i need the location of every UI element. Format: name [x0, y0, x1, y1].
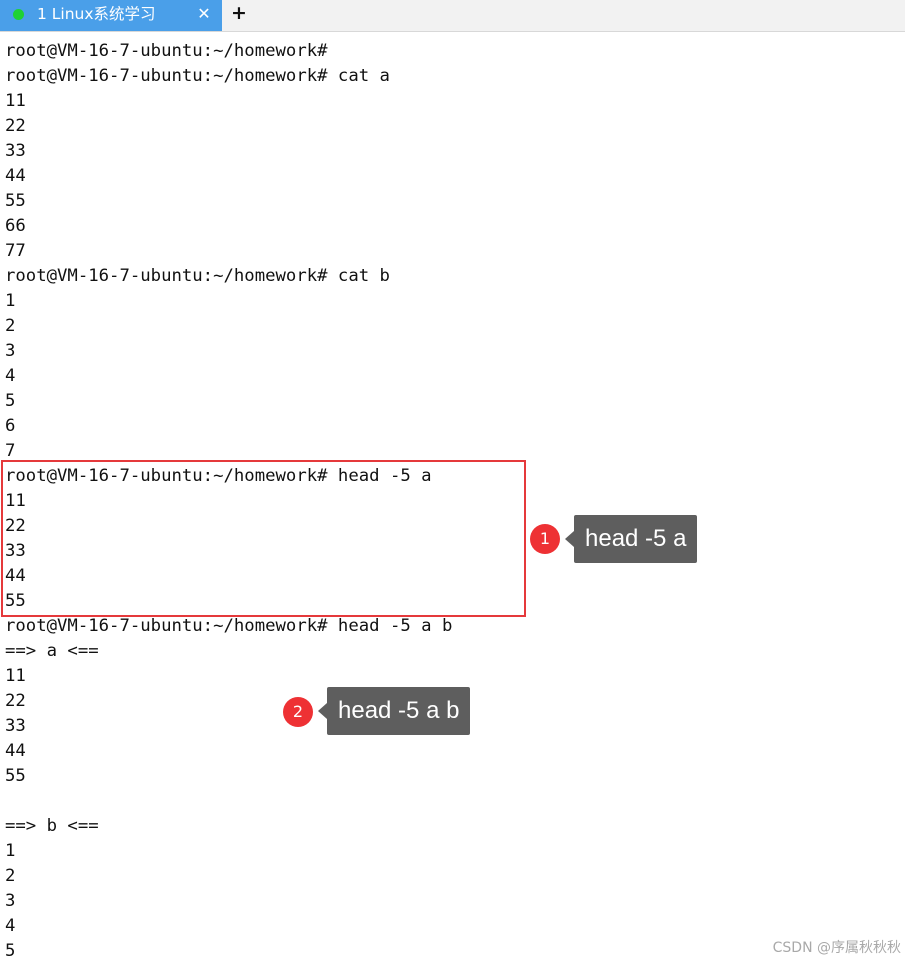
terminal-line: root@VM-16-7-ubuntu:~/homework#	[5, 41, 328, 61]
terminal-line: ==> a <==	[5, 641, 99, 661]
terminal-line: 1	[5, 841, 16, 861]
terminal-line: 2	[5, 866, 16, 886]
terminal-line: root@VM-16-7-ubuntu:~/homework# head -5 …	[5, 616, 453, 636]
watermark: CSDN @序属秋秋秋	[772, 940, 901, 956]
annotation-marker-2: 2	[283, 697, 313, 727]
terminal-line: 44	[5, 166, 26, 186]
terminal-line: 44	[5, 741, 26, 761]
terminal-line: 2	[5, 316, 16, 336]
tab-label: 1 Linux系统学习	[37, 5, 156, 23]
terminal-line: 3	[5, 891, 16, 911]
terminal-line: 11	[5, 91, 26, 111]
terminal-line: 6	[5, 416, 16, 436]
terminal-line: 33	[5, 141, 26, 161]
terminal-line: 1	[5, 291, 16, 311]
annotation-callout-2: head -5 a b	[317, 687, 471, 735]
terminal-line: 11	[5, 666, 26, 686]
connection-status-icon	[13, 9, 24, 20]
terminal-line: 22	[5, 116, 26, 136]
tab-linux-learning[interactable]: 1 Linux系统学习 ✕	[0, 0, 222, 31]
terminal-line: 77	[5, 241, 26, 261]
close-icon[interactable]: ✕	[194, 3, 214, 25]
terminal-line: 5	[5, 391, 16, 411]
terminal-line: 4	[5, 916, 16, 936]
highlight-box	[1, 460, 526, 617]
annotation-marker-1: 1	[530, 524, 560, 554]
terminal-line: 66	[5, 216, 26, 236]
terminal-line: 4	[5, 366, 16, 386]
terminal-line: root@VM-16-7-ubuntu:~/homework# cat a	[5, 66, 390, 86]
tab-bar: 1 Linux系统学习 ✕ +	[0, 0, 905, 32]
terminal-line: 3	[5, 341, 16, 361]
new-tab-plus-icon[interactable]: +	[229, 2, 249, 26]
terminal-line: 55	[5, 766, 26, 786]
terminal-line: 55	[5, 191, 26, 211]
terminal-line: root@VM-16-7-ubuntu:~/homework# cat b	[5, 266, 390, 286]
annotation-callout-1: head -5 a	[564, 515, 698, 563]
terminal-line: 5	[5, 941, 16, 961]
terminal-line: ==> b <==	[5, 816, 99, 836]
